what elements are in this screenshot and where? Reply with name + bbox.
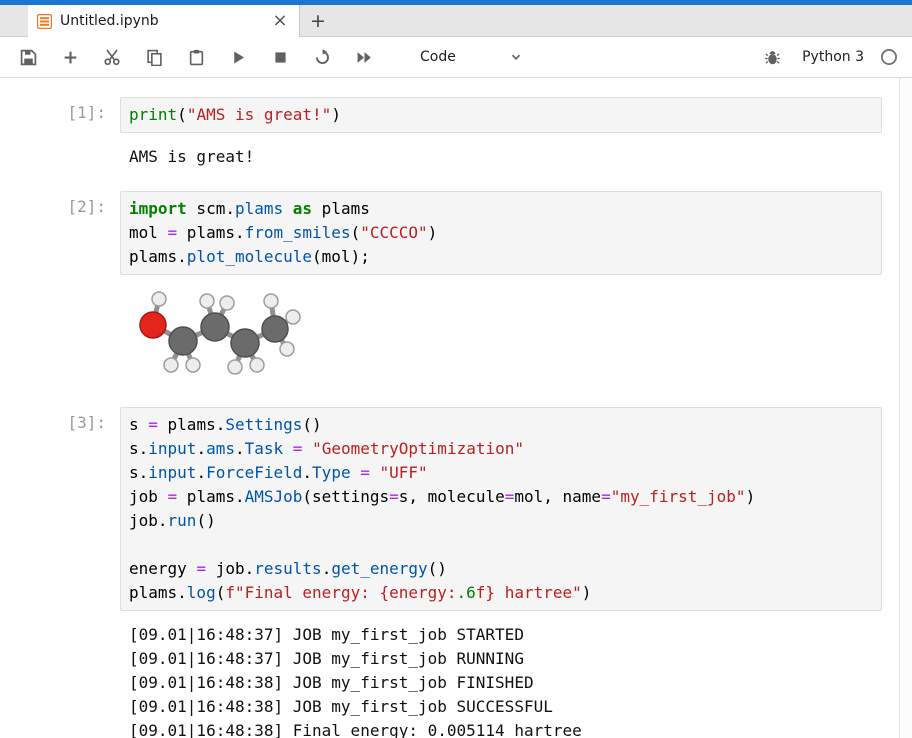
plus-icon [62,49,79,66]
debugger-button[interactable] [758,43,786,71]
new-tab-button[interactable]: + [300,5,336,36]
run-cell-button[interactable] [224,43,252,71]
cell-input-row: [1]: print("AMS is great!") [0,97,882,133]
copy-cells-button[interactable] [140,43,168,71]
cell-type-dropdown[interactable]: Code [416,44,528,70]
cell-output-text: AMS is great! [129,145,873,169]
interrupt-kernel-button[interactable] [266,43,294,71]
code-line: mol = plams.from_smiles("CCCCO") [129,221,873,245]
tab-bar: Untitled.ipynb × + [0,5,912,37]
code-line: plams.plot_molecule(mol); [129,245,873,269]
code-line: print("AMS is great!") [129,103,873,127]
notebook-cell: [3]:s = plams.Settings()s.input.ams.Task… [0,407,882,738]
cell-input-row: [2]:import scm.plams as plamsmol = plams… [0,191,882,275]
code-line: job = plams.AMSJob(settings=s, molecule=… [129,485,873,509]
restart-run-all-button[interactable] [350,43,378,71]
cell-output-prompt [0,283,120,289]
molecule-image [129,287,301,381]
cell-code-editor[interactable]: import scm.plams as plamsmol = plams.fro… [120,191,882,275]
cell-code-editor[interactable]: print("AMS is great!") [120,97,882,133]
stop-icon [272,49,289,66]
paste-cells-button[interactable] [182,43,210,71]
kernel-status-icon [880,48,898,66]
tab-title: Untitled.ipynb [60,13,263,29]
save-icon [20,49,37,66]
cell-output-text: [09.01|16:48:37] JOB my_first_job STARTE… [129,623,873,738]
cell-output-row [0,275,882,389]
cell-output-row: [09.01|16:48:37] JOB my_first_job STARTE… [0,611,882,738]
notebook-cell-list: [1]:print("AMS is great!")AMS is great![… [0,97,912,738]
chevron-down-icon [508,49,524,65]
jupyterlab-window: Untitled.ipynb × + [0,0,912,738]
copy-icon [146,49,163,66]
insert-cell-button[interactable] [56,43,84,71]
tab-untitled-ipynb[interactable]: Untitled.ipynb × [28,5,300,37]
cell-input-prompt: [1]: [0,97,120,122]
cell-output: AMS is great! [120,141,882,173]
restart-kernel-button[interactable] [308,43,336,71]
cell-output [120,283,882,389]
code-line: s.input.ams.Task = "GeometryOptimization… [129,437,873,461]
code-line [129,533,873,557]
code-line: job.run() [129,509,873,533]
save-button[interactable] [14,43,42,71]
notebook-panel: [1]:print("AMS is great!")AMS is great![… [0,78,912,738]
scrollbar[interactable] [899,78,912,738]
bug-icon [764,49,781,66]
tab-close-button[interactable]: × [271,12,289,30]
cell-output-prompt [0,619,120,625]
cell-output: [09.01|16:48:37] JOB my_first_job STARTE… [120,619,882,738]
cell-input-prompt: [3]: [0,407,120,432]
fast-forward-icon [356,49,373,66]
toolbar-right-group: Python 3 [758,43,898,71]
cell-output-prompt [0,141,120,147]
code-line: import scm.plams as plams [129,197,873,221]
jupyter-notebook-icon [37,14,52,29]
code-line: plams.log(f"Final energy: {energy:.6f} h… [129,581,873,605]
code-line: s.input.ForceField.Type = "UFF" [129,461,873,485]
notebook-cell: [1]: print("AMS is great!") AMS is great! [0,97,882,173]
restart-icon [314,49,331,66]
cell-output-row: AMS is great! [0,133,882,173]
cell-input-row: [3]:s = plams.Settings()s.input.ams.Task… [0,407,882,611]
scissors-icon [103,48,121,66]
kernel-name[interactable]: Python 3 [802,49,864,65]
play-icon [230,49,247,66]
cut-cells-button[interactable] [98,43,126,71]
cell-code-editor[interactable]: s = plams.Settings()s.input.ams.Task = "… [120,407,882,611]
notebook-cell: [2]:import scm.plams as plamsmol = plams… [0,191,882,389]
notebook-toolbar: Code Python 3 [0,37,912,78]
cell-input-prompt: [2]: [0,191,120,216]
code-line: energy = job.results.get_energy() [129,557,873,581]
code-line: s = plams.Settings() [129,413,873,437]
paste-icon [188,49,205,66]
cell-type-label: Code [420,49,456,65]
